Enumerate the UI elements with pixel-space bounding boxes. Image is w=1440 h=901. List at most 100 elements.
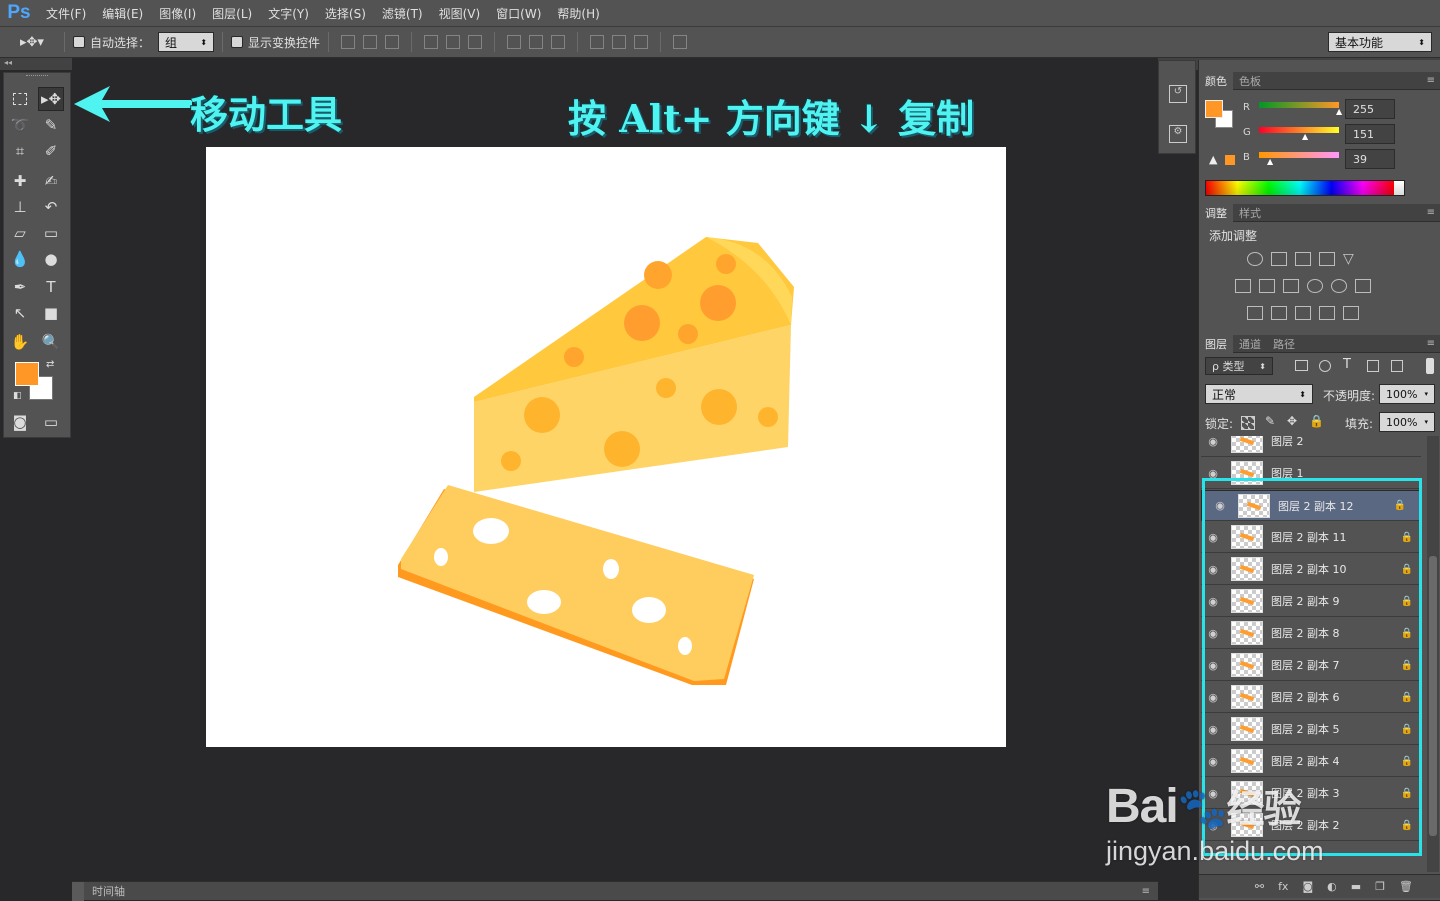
- crop-tool-icon[interactable]: ⌗: [7, 139, 33, 163]
- type-tool-icon[interactable]: T: [38, 275, 64, 299]
- move-tool-icon[interactable]: ▸✥: [38, 87, 64, 111]
- marquee-tool-icon[interactable]: [7, 87, 33, 111]
- distribute-bottom-icon[interactable]: [551, 35, 566, 49]
- align-vcenter-icon[interactable]: [363, 35, 378, 49]
- link-layers-icon[interactable]: ⚯: [1255, 880, 1264, 893]
- panel-menu-icon[interactable]: ≡: [1427, 207, 1435, 218]
- layer-row-selected[interactable]: ◉ 图层 2 副本 12 🔒: [1201, 490, 1421, 521]
- lasso-tool-icon[interactable]: ➰: [7, 113, 33, 137]
- b-slider-thumb[interactable]: ▲: [1267, 157, 1273, 166]
- tab-adjustments[interactable]: 调整: [1199, 203, 1233, 222]
- distribute-top-icon[interactable]: [507, 35, 522, 49]
- r-slider-thumb[interactable]: ▲: [1336, 107, 1342, 116]
- r-value-field[interactable]: 255: [1345, 99, 1395, 119]
- timeline-tab-grip[interactable]: [72, 881, 84, 901]
- distribute-hcenter-icon[interactable]: [612, 35, 627, 49]
- pen-tool-icon[interactable]: ✒: [7, 275, 33, 299]
- document-canvas[interactable]: [206, 147, 1006, 747]
- channel-mixer-icon[interactable]: [1331, 279, 1347, 293]
- posterize-icon[interactable]: [1271, 306, 1287, 320]
- fill-field[interactable]: 100% ▾: [1379, 412, 1435, 432]
- timeline-label[interactable]: 时间轴: [92, 883, 125, 899]
- layer-row[interactable]: ◉ 图层 2: [1201, 436, 1421, 457]
- default-colors-icon[interactable]: ◧: [13, 391, 22, 401]
- rectangle-tool-icon[interactable]: ■: [38, 301, 64, 325]
- visibility-eye-icon[interactable]: ◉: [1201, 531, 1225, 544]
- show-transform-checkbox[interactable]: [231, 36, 244, 48]
- path-select-tool-icon[interactable]: ↖: [7, 301, 33, 325]
- delete-layer-icon[interactable]: 🗑: [1399, 880, 1413, 893]
- visibility-eye-icon[interactable]: ◉: [1201, 627, 1225, 640]
- tab-color[interactable]: 颜色: [1199, 71, 1233, 90]
- selective-color-icon[interactable]: [1319, 306, 1335, 320]
- menu-help[interactable]: 帮助(H): [549, 5, 607, 22]
- invert-icon[interactable]: [1247, 306, 1263, 320]
- layer-row[interactable]: ◉ 图层 1: [1201, 458, 1421, 489]
- layer-row[interactable]: ◉ 图层 2 副本 5 🔒: [1201, 714, 1421, 745]
- move-tool-preset-icon[interactable]: ▸✥▾: [20, 35, 56, 50]
- hand-tool-icon[interactable]: ✋: [7, 330, 33, 354]
- g-slider[interactable]: [1259, 127, 1339, 133]
- color-panel-fg-swatch[interactable]: [1205, 100, 1223, 118]
- eraser-tool-icon[interactable]: ▱: [7, 221, 33, 245]
- hue-saturation-icon[interactable]: [1235, 279, 1251, 293]
- exposure-icon[interactable]: [1319, 252, 1335, 266]
- align-right-icon[interactable]: [468, 35, 483, 49]
- gradient-tool-icon[interactable]: ▭: [38, 221, 64, 245]
- align-left-icon[interactable]: [424, 35, 439, 49]
- layer-row[interactable]: ◉ 图层 2 副本 10 🔒: [1201, 554, 1421, 585]
- filter-shape-icon[interactable]: [1367, 360, 1379, 372]
- opacity-field[interactable]: 100% ▾: [1379, 384, 1435, 404]
- align-hcenter-icon[interactable]: [446, 35, 461, 49]
- menu-select[interactable]: 选择(S): [317, 5, 374, 22]
- healing-brush-tool-icon[interactable]: ✚: [7, 169, 33, 193]
- zoom-tool-icon[interactable]: 🔍: [38, 330, 64, 354]
- menu-filter[interactable]: 滤镜(T): [374, 5, 431, 22]
- dodge-tool-icon[interactable]: ●: [38, 247, 64, 271]
- menu-layer[interactable]: 图层(L): [204, 5, 260, 22]
- r-slider[interactable]: [1259, 102, 1339, 108]
- levels-icon[interactable]: [1271, 252, 1287, 266]
- layer-row[interactable]: ◉ 图层 2 副本 4 🔒: [1201, 746, 1421, 777]
- visibility-eye-icon[interactable]: ◉: [1201, 723, 1225, 736]
- threshold-icon[interactable]: [1295, 306, 1311, 320]
- layer-row[interactable]: ◉ 图层 2 副本 7 🔒: [1201, 650, 1421, 681]
- history-panel-icon[interactable]: ↺: [1169, 85, 1187, 103]
- workspace-dropdown[interactable]: 基本功能 ⬍: [1328, 32, 1432, 52]
- lock-image-icon[interactable]: ✎: [1265, 414, 1275, 428]
- history-brush-tool-icon[interactable]: ↶: [38, 195, 64, 219]
- auto-select-dropdown[interactable]: 组 ⬍: [158, 32, 215, 52]
- vibrance-icon[interactable]: ▽: [1343, 252, 1359, 266]
- layers-scrollbar[interactable]: [1427, 436, 1439, 872]
- eyedropper-tool-icon[interactable]: ✐: [38, 139, 64, 163]
- quick-select-tool-icon[interactable]: ✎: [38, 113, 64, 137]
- new-group-icon[interactable]: ▬: [1351, 880, 1361, 893]
- align-top-icon[interactable]: [341, 35, 356, 49]
- new-layer-icon[interactable]: ❐: [1375, 880, 1385, 893]
- align-bottom-icon[interactable]: [385, 35, 400, 49]
- distribute-left-icon[interactable]: [590, 35, 605, 49]
- tab-channels[interactable]: 通道: [1233, 335, 1267, 353]
- lock-transparent-icon[interactable]: [1241, 416, 1255, 430]
- layer-row[interactable]: ◉ 图层 2 副本 9 🔒: [1201, 586, 1421, 617]
- menu-window[interactable]: 窗口(W): [488, 5, 549, 22]
- tab-swatches[interactable]: 色板: [1233, 72, 1267, 90]
- auto-align-icon[interactable]: [673, 35, 688, 49]
- brightness-icon[interactable]: [1247, 252, 1263, 266]
- visibility-eye-icon[interactable]: ◉: [1208, 499, 1232, 512]
- distribute-right-icon[interactable]: [634, 35, 649, 49]
- color-balance-icon[interactable]: [1259, 279, 1275, 293]
- visibility-eye-icon[interactable]: ◉: [1201, 659, 1225, 672]
- visibility-eye-icon[interactable]: ◉: [1201, 436, 1225, 448]
- panel-menu-icon[interactable]: ≡: [1142, 886, 1150, 897]
- scrollbar-thumb[interactable]: [1429, 556, 1437, 836]
- layer-row[interactable]: ◉ 图层 2 副本 6 🔒: [1201, 682, 1421, 713]
- menu-edit[interactable]: 编辑(E): [94, 5, 151, 22]
- menu-file[interactable]: 文件(F): [38, 5, 94, 22]
- lock-all-icon[interactable]: 🔒: [1309, 414, 1324, 428]
- gamut-swatch[interactable]: [1225, 155, 1235, 165]
- layer-row[interactable]: ◉ 图层 2 副本 11 🔒: [1201, 522, 1421, 553]
- filter-type-icon[interactable]: T: [1343, 357, 1351, 372]
- layer-filter-dropdown[interactable]: ρ 类型 ⬍: [1205, 357, 1273, 375]
- gradient-map-icon[interactable]: [1343, 306, 1359, 320]
